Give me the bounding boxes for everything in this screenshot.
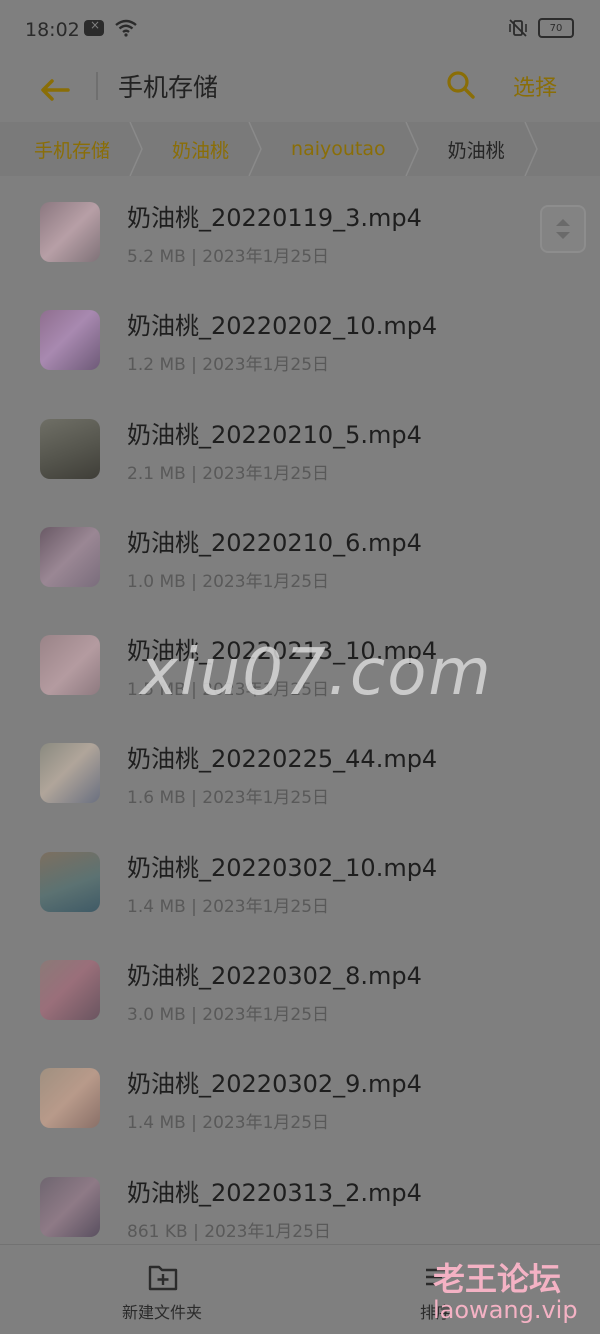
- file-list: 奶油桃_20220119_3.mp4 5.2 MB | 2023年1月25日 奶…: [0, 176, 600, 1259]
- breadcrumb-chevron-icon: [404, 122, 419, 176]
- breadcrumb-item-folder[interactable]: 奶油桃: [158, 122, 277, 176]
- video-thumbnail: [40, 1176, 100, 1237]
- file-row[interactable]: 奶油桃_20220302_9.mp4 1.4 MB | 2023年1月25日: [0, 1042, 600, 1150]
- back-arrow-icon[interactable]: [34, 72, 74, 108]
- video-thumbnail: [40, 743, 100, 804]
- new-folder-icon: [148, 1265, 178, 1291]
- breadcrumb-chevron-icon: [523, 122, 538, 176]
- breadcrumb-item-current[interactable]: 奶油桃: [434, 122, 553, 176]
- watermark-text: xiu07.com: [140, 636, 493, 710]
- breadcrumb-chevron-icon: [248, 122, 262, 176]
- forum-watermark-title: 老王论坛: [433, 1260, 562, 1298]
- file-row[interactable]: 奶油桃_20220202_10.mp4 1.2 MB | 2023年1月25日: [0, 284, 600, 392]
- file-name: 奶油桃_20220313_2.mp4: [127, 1178, 422, 1207]
- file-meta: 861 KB | 2023年1月25日: [127, 1221, 331, 1242]
- file-name: 奶油桃_20220210_5.mp4: [127, 420, 422, 449]
- file-meta: 1.0 MB | 2023年1月25日: [127, 571, 330, 592]
- video-thumbnail: [40, 526, 100, 587]
- file-row[interactable]: 奶油桃_20220210_6.mp4 1.0 MB | 2023年1月25日: [0, 501, 600, 609]
- fast-scroll-handle[interactable]: [540, 205, 586, 253]
- file-name: 奶油桃_20220119_3.mp4: [127, 204, 422, 232]
- status-right-icons: 70: [508, 18, 574, 38]
- file-name: 奶油桃_20220302_10.mp4: [127, 853, 438, 882]
- file-meta: 1.4 MB | 2023年1月25日: [127, 896, 330, 917]
- top-bar: 手机存储 选择: [0, 58, 600, 122]
- video-thumbnail: [40, 960, 100, 1021]
- file-row[interactable]: 奶油桃_20220313_2.mp4 861 KB | 2023年1月25日: [0, 1151, 600, 1259]
- battery-level: 70: [549, 22, 563, 34]
- breadcrumb-item-naiyoutao[interactable]: naiyoutao: [277, 122, 434, 176]
- forum-watermark: 老王论坛 laowang.vip: [433, 1254, 593, 1330]
- forum-watermark-url: laowang.vip: [433, 1296, 578, 1324]
- battery-icon: 70: [538, 18, 574, 38]
- breadcrumb-item-phone-storage[interactable]: 手机存储: [0, 122, 158, 176]
- file-meta: 1.2 MB | 2023年1月25日: [127, 355, 330, 376]
- file-row[interactable]: 奶油桃_20220302_8.mp4 3.0 MB | 2023年1月25日: [0, 934, 600, 1042]
- video-thumbnail: [40, 310, 100, 371]
- file-row[interactable]: 奶油桃_20220302_10.mp4 1.4 MB | 2023年1月25日: [0, 826, 600, 934]
- new-folder-button[interactable]: 新建文件夹: [118, 1261, 212, 1323]
- file-name: 奶油桃_20220302_8.mp4: [127, 962, 422, 991]
- vibrate-off-icon: [509, 19, 527, 37]
- status-left-icons: [84, 18, 138, 37]
- video-thumbnail: [40, 1068, 100, 1129]
- new-folder-label: 新建文件夹: [122, 1303, 203, 1322]
- file-name: 奶油桃_20220202_10.mp4: [127, 312, 438, 341]
- video-thumbnail: [40, 851, 100, 912]
- file-row[interactable]: 奶油桃_20220210_5.mp4 2.1 MB | 2023年1月25日: [0, 393, 600, 501]
- breadcrumb-label: 奶油桃: [172, 139, 230, 162]
- breadcrumb: 手机存储 奶油桃 naiyoutao 奶油桃: [0, 122, 600, 176]
- video-thumbnail: [40, 635, 100, 696]
- breadcrumb-label: naiyoutao: [291, 138, 386, 160]
- scroll-arrows-icon: [556, 219, 570, 239]
- file-meta: 2.1 MB | 2023年1月25日: [127, 463, 330, 484]
- breadcrumb-label: 手机存储: [34, 139, 111, 162]
- video-thumbnail: [40, 418, 100, 479]
- file-meta: 3.0 MB | 2023年1月25日: [127, 1005, 330, 1026]
- breadcrumb-label: 奶油桃: [447, 139, 505, 162]
- file-meta: 1.4 MB | 2023年1月25日: [127, 1113, 330, 1134]
- page-title: 手机存储: [118, 73, 219, 102]
- file-name: 奶油桃_20220210_6.mp4: [127, 528, 422, 557]
- file-meta: 5.2 MB | 2023年1月25日: [127, 247, 330, 267]
- breadcrumb-chevron-icon: [129, 122, 143, 176]
- file-row[interactable]: 奶油桃_20220119_3.mp4 5.2 MB | 2023年1月25日: [0, 176, 600, 284]
- file-row[interactable]: 奶油桃_20220225_44.mp4 1.6 MB | 2023年1月25日: [0, 717, 600, 825]
- status-time: 18:02: [25, 19, 80, 41]
- search-icon[interactable]: [446, 70, 476, 100]
- wifi-icon: [115, 19, 137, 37]
- file-name: 奶油桃_20220225_44.mp4: [127, 745, 438, 774]
- select-button[interactable]: 选择: [513, 70, 557, 102]
- notification-icon: [84, 18, 104, 36]
- video-thumbnail: [40, 202, 100, 262]
- file-meta: 1.6 MB | 2023年1月25日: [127, 788, 330, 809]
- file-name: 奶油桃_20220302_9.mp4: [127, 1070, 422, 1099]
- title-divider: [96, 72, 98, 100]
- status-bar: 18:02 70: [0, 0, 600, 58]
